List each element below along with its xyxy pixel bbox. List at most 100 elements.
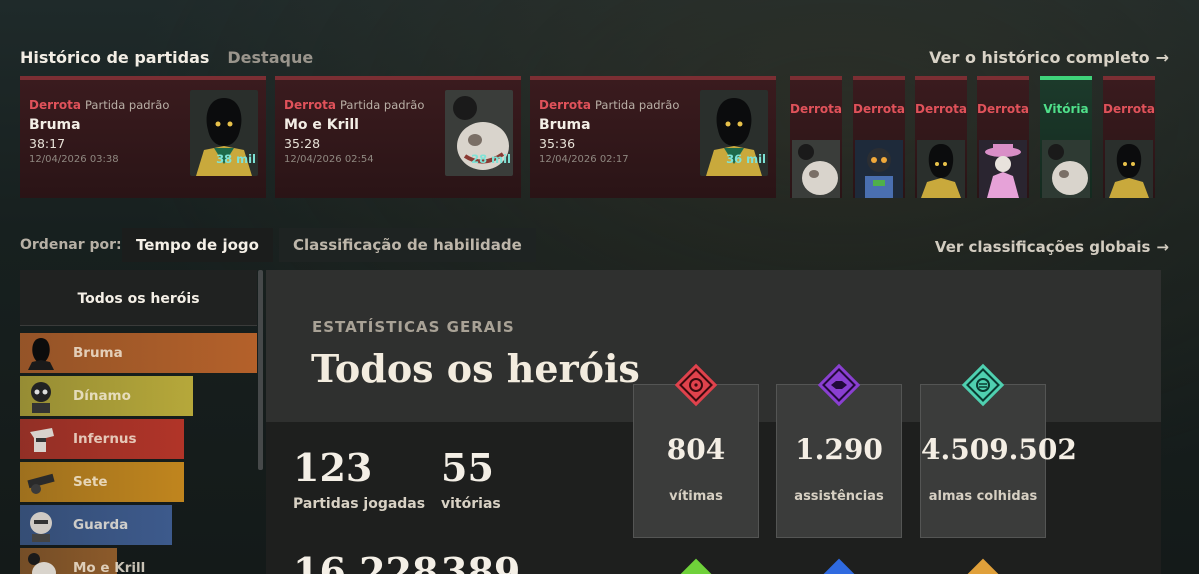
- match-souls: 36 mil: [726, 152, 766, 166]
- hero-name: Infernus: [73, 431, 137, 447]
- lower-diamond: [677, 558, 715, 574]
- match-result: Derrota: [790, 102, 843, 116]
- match-date: 12/04/2026 02:17: [539, 154, 629, 165]
- hero-name: Guarda: [73, 517, 129, 533]
- match-souls: 38 mil: [216, 152, 256, 166]
- lower-diamond: [820, 558, 858, 574]
- green-stat-icon: [677, 558, 715, 574]
- match-mode: Partida padrão: [595, 98, 680, 112]
- match-mode: Partida padrão: [85, 98, 170, 112]
- handshake-icon: [817, 363, 861, 407]
- match-duration: 38:17: [29, 136, 66, 151]
- match-result: Derrota: [284, 98, 337, 112]
- mini-match-card[interactable]: Derrota: [790, 76, 842, 198]
- stat-card-value: 804: [666, 433, 726, 466]
- match-duration: 35:28: [284, 136, 321, 151]
- match-duration: 35:36: [539, 136, 576, 151]
- soul-orb-icon: [961, 363, 1005, 407]
- hero-portrait-dynamo: [855, 140, 903, 198]
- hero-name: Bruma: [73, 345, 123, 361]
- match-result: Derrota: [1103, 102, 1156, 116]
- stat-card-label: vítimas: [669, 489, 723, 504]
- match-result: Derrota: [853, 102, 906, 116]
- hero-list-item[interactable]: Sete: [20, 462, 257, 502]
- match-hero-name: Bruma: [29, 117, 81, 133]
- match-result: Derrota: [539, 98, 592, 112]
- mo-krill-icon: [24, 551, 58, 574]
- stat-card-value: 4.509.502: [921, 433, 1077, 466]
- dynamo-icon: [24, 379, 58, 413]
- hero-name: Mo e Krill: [73, 560, 146, 574]
- view-global-rankings-link[interactable]: Ver classificações globais →: [935, 238, 1169, 256]
- mini-match-card[interactable]: Derrota: [977, 76, 1029, 198]
- blue-stat-icon: [820, 558, 858, 574]
- stat-value: 123: [293, 445, 373, 490]
- stat-label: Partidas jogadas: [293, 496, 426, 512]
- match-result: Derrota: [29, 98, 82, 112]
- hero-portrait-mo-krill: [1042, 140, 1090, 198]
- stats-panel: ESTATÍSTICAS GERAIS Todos os heróis 123 …: [266, 270, 1161, 574]
- match-mode: Partida padrão: [340, 98, 425, 112]
- stat-matches-played: 123 Partidas jogadas: [293, 445, 426, 513]
- stat-card-label: almas colhidas: [928, 489, 1038, 504]
- sort-by-playtime-button[interactable]: Tempo de jogo: [122, 228, 273, 262]
- mini-match-card[interactable]: Vitória: [1040, 76, 1092, 198]
- hero-list: Todos os heróis Bruma Dínamo Infernus Se…: [20, 270, 257, 574]
- match-souls: 28 mil: [471, 152, 511, 166]
- match-hero-name: Mo e Krill: [284, 117, 359, 133]
- hero-portrait-bruma: [1105, 140, 1153, 198]
- mini-match-card[interactable]: Derrota: [915, 76, 967, 198]
- tab-highlight[interactable]: Destaque: [227, 48, 313, 67]
- section-label: ESTATÍSTICAS GERAIS: [312, 318, 515, 336]
- stats-title: Todos os heróis: [311, 346, 640, 391]
- hero-portrait-bruma: [917, 140, 965, 198]
- bruma-icon: [24, 336, 58, 370]
- view-full-history-label: Ver o histórico completo: [929, 48, 1150, 67]
- hero-list-scrollbar[interactable]: [258, 270, 263, 470]
- match-result: Vitória: [1043, 102, 1089, 116]
- warden-icon: [24, 508, 58, 542]
- hero-list-item[interactable]: Dínamo: [20, 376, 257, 416]
- all-heroes-button[interactable]: Todos os heróis: [20, 270, 257, 326]
- mini-match-card[interactable]: Derrota: [1103, 76, 1155, 198]
- tab-match-history[interactable]: Histórico de partidas: [20, 48, 209, 67]
- seven-icon: [24, 465, 58, 499]
- stat-wins: 55 vitórias: [441, 445, 501, 513]
- hero-portrait-pink-hat: [979, 140, 1027, 198]
- hero-list-item[interactable]: Bruma: [20, 333, 257, 373]
- crosshair-icon: [674, 363, 718, 407]
- stat-value: 389: [441, 549, 521, 574]
- hero-list-item[interactable]: Mo e Krill: [20, 548, 257, 574]
- hero-list-item[interactable]: Infernus: [20, 419, 257, 459]
- stat-label: vitórias: [441, 496, 501, 512]
- hero-name: Sete: [73, 474, 108, 490]
- lower-diamond: [964, 558, 1002, 574]
- match-card[interactable]: Derrota Partida padrão Bruma 38:17 12/04…: [20, 76, 266, 198]
- match-hero-name: Bruma: [539, 117, 591, 133]
- match-result: Derrota: [915, 102, 968, 116]
- orange-stat-icon: [964, 558, 1002, 574]
- match-date: 12/04/2026 03:38: [29, 154, 119, 165]
- view-full-history-link[interactable]: Ver o histórico completo →: [929, 48, 1169, 67]
- match-date: 12/04/2026 02:54: [284, 154, 374, 165]
- sort-by-skill-rating-button[interactable]: Classificação de habilidade: [279, 228, 536, 262]
- match-card[interactable]: Derrota Partida padrão Mo e Krill 35:28 …: [275, 76, 521, 198]
- hero-name: Dínamo: [73, 388, 131, 404]
- stat-value: 55: [441, 445, 494, 490]
- arrow-right-icon: →: [1155, 48, 1169, 67]
- match-history-tabs: Histórico de partidas Destaque: [20, 48, 313, 67]
- hero-portrait-mo-krill: [792, 140, 840, 198]
- match-card[interactable]: Derrota Partida padrão Bruma 35:36 12/04…: [530, 76, 776, 198]
- mini-match-card[interactable]: Derrota: [853, 76, 905, 198]
- sort-label: Ordenar por:: [20, 237, 122, 253]
- arrow-right-icon: →: [1156, 238, 1169, 256]
- infernus-icon: [24, 422, 58, 456]
- view-global-rankings-label: Ver classificações globais: [934, 238, 1151, 256]
- stat-value: 16.228: [293, 549, 439, 574]
- stat-card-label: assistências: [794, 489, 884, 504]
- stat-extra: 389: [441, 550, 520, 574]
- stat-extra: 16.228: [293, 550, 438, 574]
- hero-list-item[interactable]: Guarda: [20, 505, 257, 545]
- stat-card-value: 1.290: [795, 433, 883, 466]
- match-result: Derrota: [977, 102, 1030, 116]
